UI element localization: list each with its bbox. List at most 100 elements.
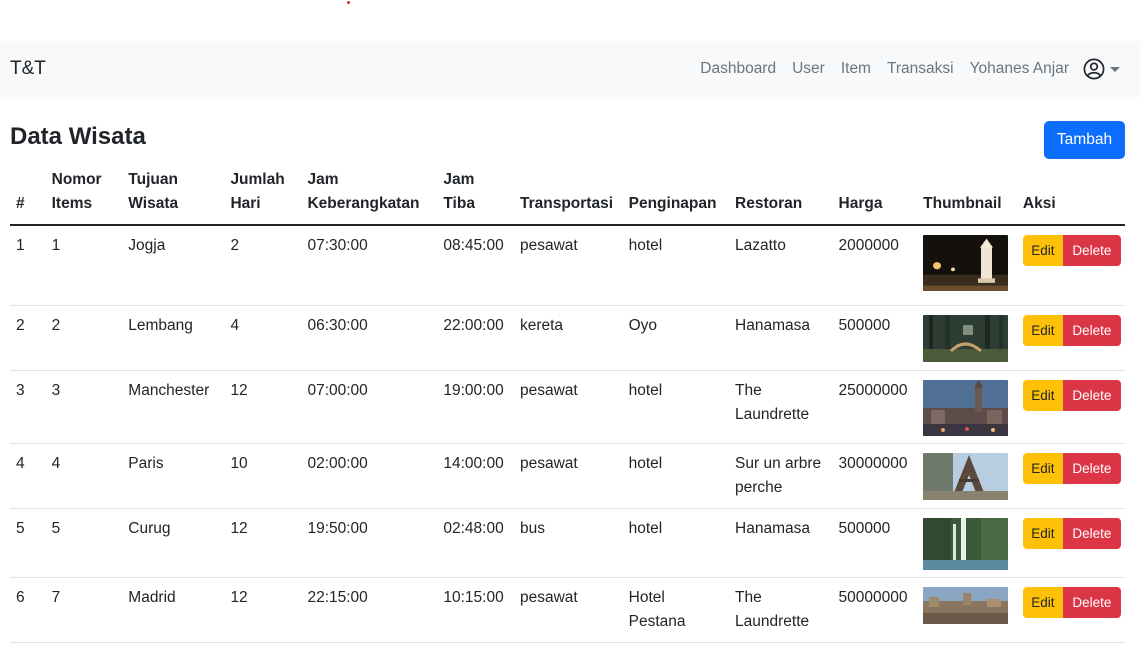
cell-jam-keberangkatan: 22:15:00: [299, 577, 436, 643]
col-header-jumlah-hari: Jumlah Hari: [222, 168, 300, 226]
cell-tujuan-wisata: Paris: [120, 443, 223, 509]
delete-button[interactable]: Delete: [1062, 517, 1121, 549]
cell-penginapan: hotel: [620, 443, 728, 509]
cell-aksi: Edit Delete: [1014, 508, 1125, 578]
action-buttons: Edit Delete: [1022, 586, 1121, 618]
cell-no: 1: [10, 225, 44, 306]
nav-user-name[interactable]: Yohanes Anjar: [970, 60, 1069, 78]
col-header-penginapan: Penginapan: [620, 168, 728, 226]
cell-no: 2: [10, 305, 44, 371]
cell-harga: 25000000: [830, 370, 916, 444]
thumbnail-image-city-clock-tower: [923, 379, 1009, 436]
delete-button[interactable]: Delete: [1062, 379, 1121, 411]
delete-button[interactable]: Delete: [1062, 586, 1121, 618]
action-buttons: Edit Delete: [1022, 379, 1121, 411]
cell-thumbnail: [915, 577, 1015, 643]
cell-transportasi: pesawat: [511, 443, 621, 509]
cell-restoran: Sur un arbre perche: [727, 443, 831, 509]
cell-jam-keberangkatan: 06:30:00: [299, 305, 436, 371]
edit-button[interactable]: Edit: [1022, 452, 1063, 484]
col-header-nomor-items: Nomor Items: [43, 168, 121, 226]
cell-jumlah-hari: 12: [222, 508, 300, 578]
cell-tujuan-wisata: Madrid: [120, 577, 223, 643]
cell-jam-tiba: 02:48:00: [435, 508, 512, 578]
nav-link-user[interactable]: User: [792, 60, 825, 78]
nav-link-transaksi[interactable]: Transaksi: [887, 60, 954, 78]
col-header-harga: Harga: [830, 168, 916, 226]
cell-aksi: Edit Delete: [1014, 305, 1125, 371]
navbar-brand[interactable]: T&T: [10, 58, 46, 80]
edit-button[interactable]: Edit: [1022, 586, 1063, 618]
delete-button[interactable]: Delete: [1062, 235, 1121, 266]
cell-penginapan: Oyo: [620, 305, 728, 371]
action-buttons: Edit Delete: [1022, 235, 1121, 266]
cell-harga: 50000000: [830, 577, 916, 643]
action-buttons: Edit Delete: [1022, 517, 1121, 549]
cell-no: 3: [10, 370, 44, 444]
cell-nomor-items: 1: [43, 225, 121, 306]
table-row: 4 4 Paris 10 02:00:00 14:00:00 pesawat h…: [10, 443, 1125, 509]
nav-links: Dashboard User Item Transaksi Yohanes An…: [684, 41, 1120, 97]
edit-button[interactable]: Edit: [1022, 517, 1063, 549]
cell-transportasi: kereta: [511, 305, 621, 371]
cell-jam-tiba: 08:45:00: [435, 225, 512, 306]
cell-aksi: Edit Delete: [1014, 577, 1125, 643]
col-header-thumbnail: Thumbnail: [915, 168, 1015, 226]
cell-tujuan-wisata: Lembang: [120, 305, 223, 371]
thumbnail-image-waterfall: [923, 517, 1009, 570]
cell-nomor-items: 3: [43, 370, 121, 444]
col-header-jam-tiba: Jam Tiba: [435, 168, 512, 226]
cell-jam-tiba: 19:00:00: [435, 370, 512, 444]
cell-jam-keberangkatan: 02:00:00: [299, 443, 436, 509]
thumbnail-image-night-monument: [923, 235, 1009, 291]
edit-button[interactable]: Edit: [1022, 235, 1063, 266]
cell-transportasi: pesawat: [511, 577, 621, 643]
red-dot-mark: [347, 1, 350, 4]
delete-button[interactable]: Delete: [1062, 314, 1121, 346]
cell-penginapan: hotel: [620, 370, 728, 444]
cell-jam-keberangkatan: 07:00:00: [299, 370, 436, 444]
table-row: 3 3 Manchester 12 07:00:00 19:00:00 pesa…: [10, 370, 1125, 444]
cell-jam-keberangkatan: 19:50:00: [299, 508, 436, 578]
col-header-no: #: [10, 168, 44, 226]
cell-jumlah-hari: 4: [222, 305, 300, 371]
delete-button[interactable]: Delete: [1062, 452, 1121, 484]
cell-aksi: Edit Delete: [1014, 225, 1125, 306]
edit-button[interactable]: Edit: [1022, 379, 1063, 411]
cell-transportasi: pesawat: [511, 225, 621, 306]
cell-jam-tiba: 22:00:00: [435, 305, 512, 371]
table-row: 6 7 Madrid 12 22:15:00 10:15:00 pesawat …: [10, 577, 1125, 643]
cell-jam-tiba: 14:00:00: [435, 443, 512, 509]
add-button[interactable]: Tambah: [1044, 121, 1125, 159]
nav-link-item[interactable]: Item: [841, 60, 871, 78]
table-row: 1 1 Jogja 2 07:30:00 08:45:00 pesawat ho…: [10, 225, 1125, 306]
cell-jam-keberangkatan: 07:30:00: [299, 225, 436, 306]
cell-harga: 500000: [830, 508, 916, 578]
cell-thumbnail: [915, 370, 1015, 444]
cell-no: 6: [10, 577, 44, 643]
edit-button[interactable]: Edit: [1022, 314, 1063, 346]
user-dropdown-toggle[interactable]: [1083, 58, 1120, 80]
col-header-jam-keberangkatan: Jam Keberangkatan: [299, 168, 436, 226]
cell-restoran: Hanamasa: [727, 508, 831, 578]
thumbnail-image-forest-bridge: [923, 314, 1009, 362]
col-header-restoran: Restoran: [727, 168, 831, 226]
cell-tujuan-wisata: Manchester: [120, 370, 223, 444]
col-header-aksi: Aksi: [1014, 168, 1125, 226]
cell-thumbnail: [915, 443, 1015, 509]
cell-nomor-items: 4: [43, 443, 121, 509]
cell-aksi: Edit Delete: [1014, 370, 1125, 444]
col-header-transportasi: Transportasi: [511, 168, 621, 226]
cell-penginapan: hotel: [620, 508, 728, 578]
thumbnail-image-eiffel-tower: [923, 452, 1009, 500]
nav-link-dashboard[interactable]: Dashboard: [700, 60, 776, 78]
cell-nomor-items: 5: [43, 508, 121, 578]
cell-restoran: The Laundrette: [727, 370, 831, 444]
action-buttons: Edit Delete: [1022, 314, 1121, 346]
cell-harga: 500000: [830, 305, 916, 371]
cell-tujuan-wisata: Curug: [120, 508, 223, 578]
table-row: 5 5 Curug 12 19:50:00 02:48:00 bus hotel…: [10, 508, 1125, 578]
cell-penginapan: Hotel Pestana: [620, 577, 728, 643]
cell-harga: 30000000: [830, 443, 916, 509]
cell-aksi: Edit Delete: [1014, 443, 1125, 509]
